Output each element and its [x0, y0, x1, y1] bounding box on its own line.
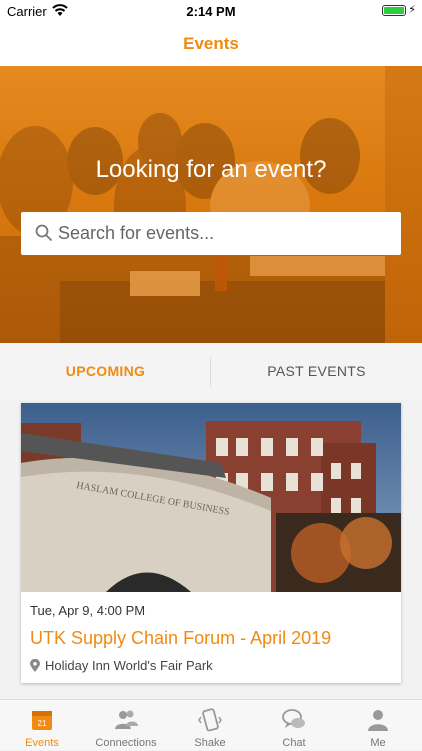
person-icon [368, 710, 388, 731]
event-location-label: Holiday Inn World's Fair Park [45, 658, 213, 673]
chat-bubbles-icon [282, 709, 305, 728]
tabbar-item-me[interactable]: Me [336, 700, 420, 751]
hero-headline: Looking for an event? [95, 156, 327, 183]
tab-past-events[interactable]: PAST EVENTS [211, 343, 422, 400]
page-title: Events [183, 34, 239, 53]
people-icon [115, 710, 138, 729]
event-title[interactable]: UTK Supply Chain Forum - April 2019 [30, 628, 331, 649]
tabbar-label-events: Events [25, 737, 59, 749]
bottom-tab-bar: 21 Events Connections Shake Chat Me [0, 699, 422, 750]
location-pin-icon [30, 659, 40, 672]
hero-banner: Looking for an event? [0, 66, 422, 343]
tabbar-label-me: Me [370, 737, 386, 749]
event-location: Holiday Inn World's Fair Park [30, 658, 213, 673]
tabbar-label-chat: Chat [282, 737, 306, 749]
event-card[interactable]: HASLAM COLLEGE OF BUSINESS Tue, Apr 9, 4… [21, 403, 401, 683]
tabbar-item-connections[interactable]: Connections [84, 700, 168, 751]
hero-photo [0, 66, 422, 343]
event-tabs: UPCOMING PAST EVENTS [0, 343, 422, 400]
status-bar: Carrier 2:14 PM ⚡ [0, 0, 422, 22]
event-date: Tue, Apr 9, 4:00 PM [30, 603, 146, 618]
phone-shake-icon [198, 708, 222, 732]
calendar-icon-day: 21 [38, 719, 47, 728]
search-box[interactable] [21, 212, 401, 255]
charging-icon: ⚡ [408, 4, 416, 16]
tabbar-label-shake: Shake [194, 737, 226, 749]
search-input[interactable] [58, 212, 388, 255]
tabbar-label-connections: Connections [95, 737, 157, 749]
tab-upcoming[interactable]: UPCOMING [0, 343, 211, 400]
search-icon [35, 224, 53, 242]
tabbar-item-events[interactable]: 21 Events [0, 700, 84, 751]
event-photo: HASLAM COLLEGE OF BUSINESS [21, 403, 401, 592]
tabbar-item-chat[interactable]: Chat [252, 700, 336, 751]
tabbar-item-shake[interactable]: Shake [168, 700, 252, 751]
calendar-icon: 21 [32, 711, 52, 730]
navigation-bar: Events [0, 22, 422, 66]
status-time: 2:14 PM [186, 4, 236, 19]
battery-icon [382, 5, 406, 16]
